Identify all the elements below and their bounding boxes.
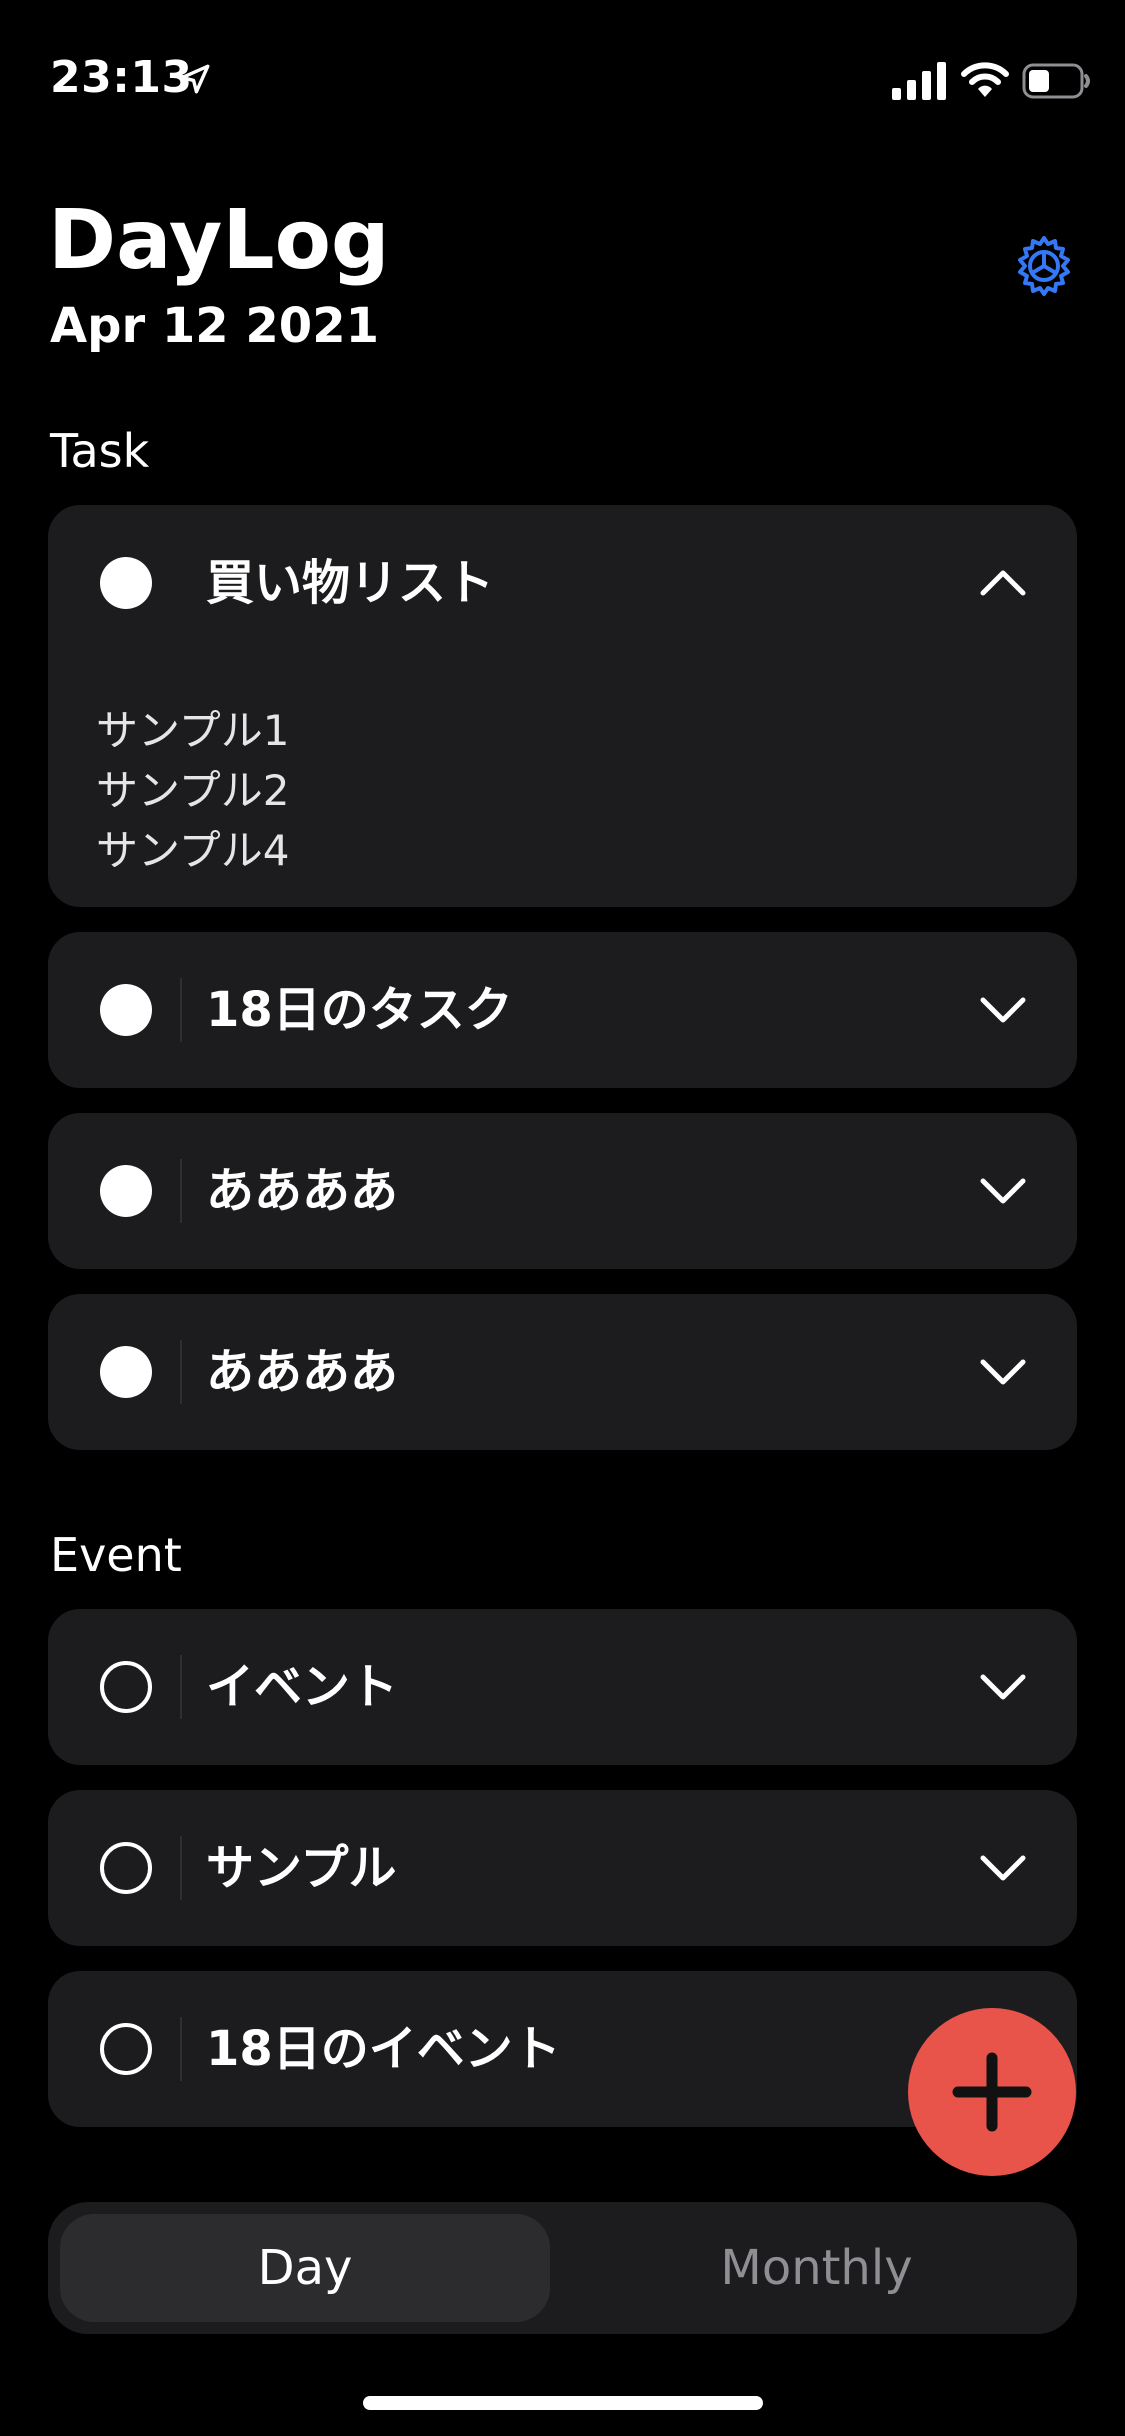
event-marker[interactable] <box>100 1661 152 1713</box>
event-title: 18日のイベント <box>206 2021 561 2077</box>
event-row[interactable]: イベント <box>48 1609 1077 1765</box>
task-title: 買い物リスト <box>206 555 495 611</box>
cellular-signal-icon <box>892 62 946 100</box>
segment-monthly[interactable]: Monthly <box>568 2214 1065 2322</box>
chevron-up-icon[interactable] <box>979 561 1027 605</box>
gear-icon <box>1018 236 1070 296</box>
location-arrow-icon <box>180 64 210 94</box>
task-row[interactable]: 買い物リスト <box>48 505 1077 661</box>
event-section-label: Event <box>50 1528 182 1582</box>
app-title: DayLog <box>48 193 390 288</box>
chevron-down-icon[interactable] <box>979 1846 1027 1890</box>
chevron-down-icon[interactable] <box>979 1665 1027 1709</box>
divider <box>180 1340 182 1404</box>
event-marker[interactable] <box>100 1842 152 1894</box>
task-checkbox[interactable] <box>100 1165 152 1217</box>
event-card[interactable]: サンプル <box>48 1790 1077 1946</box>
task-notes: サンプル1 サンプル2 サンプル4 <box>96 701 289 881</box>
divider <box>180 978 182 1042</box>
divider <box>180 1655 182 1719</box>
task-card[interactable]: 18日のタスク <box>48 932 1077 1088</box>
divider <box>180 1836 182 1900</box>
task-title: 18日のタスク <box>206 982 513 1038</box>
event-card[interactable]: イベント <box>48 1609 1077 1765</box>
event-row[interactable]: サンプル <box>48 1790 1077 1946</box>
task-checkbox[interactable] <box>100 1346 152 1398</box>
task-title: ああああ <box>206 1344 399 1400</box>
add-button[interactable] <box>908 2008 1076 2176</box>
view-mode-segmented-control: Day Monthly <box>48 2202 1077 2334</box>
current-date: Apr 12 2021 <box>50 298 379 354</box>
home-indicator[interactable] <box>363 2396 763 2410</box>
plus-icon <box>952 2052 1032 2132</box>
note-line: サンプル2 <box>96 766 290 815</box>
event-marker[interactable] <box>100 2023 152 2075</box>
chevron-down-icon[interactable] <box>979 1169 1027 1213</box>
task-checkbox[interactable] <box>100 557 152 609</box>
event-title: イベント <box>206 1659 399 1715</box>
task-card-expanded[interactable]: 買い物リスト サンプル1 サンプル2 サンプル4 <box>48 505 1077 907</box>
chevron-down-icon[interactable] <box>979 988 1027 1032</box>
task-title: ああああ <box>206 1163 399 1219</box>
segment-day[interactable]: Day <box>60 2214 550 2322</box>
divider <box>180 1159 182 1223</box>
task-card[interactable]: ああああ <box>48 1113 1077 1269</box>
task-row[interactable]: ああああ <box>48 1294 1077 1450</box>
chevron-down-icon[interactable] <box>979 1350 1027 1394</box>
task-row[interactable]: ああああ <box>48 1113 1077 1269</box>
task-checkbox[interactable] <box>100 984 152 1036</box>
event-title: サンプル <box>206 1840 397 1896</box>
divider <box>180 2017 182 2081</box>
status-bar: 23:13 <box>0 0 1125 140</box>
wifi-icon <box>961 62 1009 97</box>
note-line: サンプル1 <box>96 706 290 755</box>
battery-icon <box>1022 63 1090 99</box>
note-line: サンプル4 <box>96 826 290 875</box>
settings-button[interactable] <box>1012 234 1076 298</box>
status-time: 23:13 <box>50 52 193 103</box>
task-section-label: Task <box>50 424 150 478</box>
task-card[interactable]: ああああ <box>48 1294 1077 1450</box>
task-row[interactable]: 18日のタスク <box>48 932 1077 1088</box>
